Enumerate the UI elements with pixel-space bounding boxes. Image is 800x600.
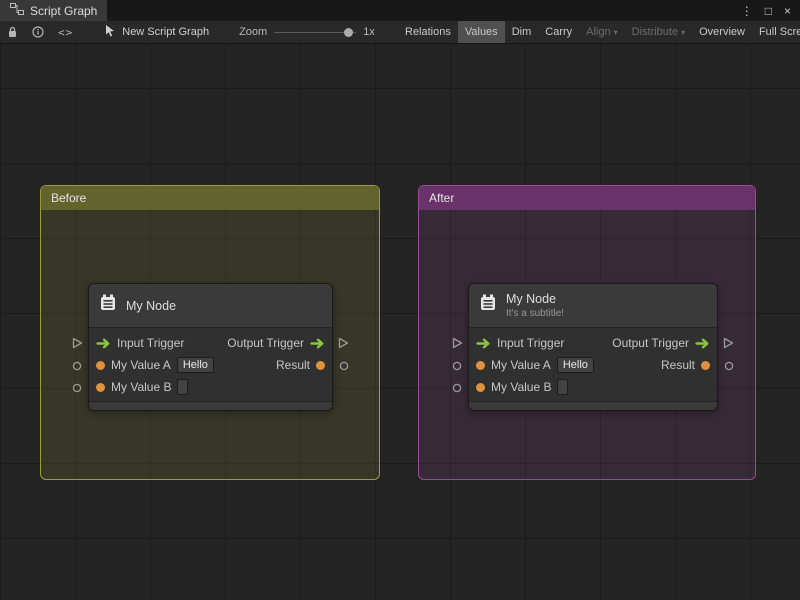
close-icon[interactable]: × — [778, 4, 797, 18]
input-trigger-label: Input Trigger — [117, 336, 185, 350]
cursor-icon — [104, 24, 116, 40]
ext-input-trigger-port[interactable] — [452, 337, 463, 349]
input-trigger-port-icon[interactable] — [96, 338, 111, 349]
graph-toolbar: <> New Script Graph Zoom 1x Relations Va… — [0, 21, 800, 44]
toolbar-button-carry[interactable]: Carry — [538, 21, 579, 43]
node-subtitle: It's a subtitle! — [506, 308, 565, 319]
value-b-input[interactable] — [177, 379, 189, 395]
value-a-label: My Value A — [111, 358, 171, 372]
ext-output-trigger-port[interactable] — [723, 337, 734, 349]
menu-icon[interactable]: ⋮ — [735, 4, 759, 18]
toolbar-button-align: Align ▾ — [579, 21, 624, 43]
toolbar-buttons: Relations Values Dim Carry Align ▾ Distr… — [398, 21, 800, 43]
port-row-triggers: Input Trigger Output Trigger — [469, 332, 717, 354]
node-title: My Node — [506, 292, 557, 306]
zoom-slider[interactable] — [274, 27, 357, 38]
value-a-port-icon[interactable] — [96, 360, 105, 370]
graph-canvas[interactable]: Before After My Node Input Trigger Outpu… — [0, 44, 800, 600]
tab-script-graph[interactable]: Script Graph — [0, 0, 108, 21]
toolbar-button-distribute: Distribute ▾ — [625, 21, 692, 43]
info-icon[interactable] — [25, 21, 51, 43]
zoom-value: 1x — [363, 26, 375, 38]
toolbar-button-relations[interactable]: Relations — [398, 21, 458, 43]
ext-value-b-port[interactable] — [72, 383, 82, 393]
zoom-label: Zoom — [239, 26, 268, 38]
result-label: Result — [275, 358, 310, 372]
value-a-port-icon[interactable] — [476, 360, 485, 370]
script-graph-window: Script Graph ⋮ □ × <> New Script Graph Z… — [0, 0, 800, 600]
tab-title: Script Graph — [30, 3, 98, 18]
zoom-slider-knob[interactable] — [344, 27, 354, 37]
output-trigger-label: Output Trigger — [227, 336, 304, 350]
input-trigger-port-icon[interactable] — [476, 338, 491, 349]
node-after[interactable]: My Node It's a subtitle! Input Trigger O… — [452, 283, 734, 411]
ext-output-trigger-port[interactable] — [338, 337, 349, 349]
node-footer — [469, 401, 717, 410]
value-a-input[interactable]: Hello — [176, 357, 214, 373]
ext-result-port[interactable] — [339, 361, 349, 371]
ext-value-a-port[interactable] — [452, 361, 462, 371]
graph-asset-name: New Script Graph — [122, 26, 210, 38]
group-title: Before — [51, 191, 87, 205]
window-controls: ⋮ □ × — [735, 0, 800, 21]
toolbar-button-overview[interactable]: Overview — [692, 21, 752, 43]
ext-value-a-port[interactable] — [72, 361, 82, 371]
unit-icon — [478, 293, 498, 318]
node-footer — [89, 401, 332, 410]
ext-result-port[interactable] — [724, 361, 734, 371]
output-trigger-port-icon[interactable] — [310, 338, 325, 349]
group-title: After — [429, 191, 455, 205]
input-trigger-label: Input Trigger — [497, 336, 565, 350]
output-trigger-label: Output Trigger — [612, 336, 689, 350]
toolbar-button-dim[interactable]: Dim — [505, 21, 539, 43]
value-a-input[interactable]: Hello — [556, 357, 594, 373]
code-view-icon[interactable]: <> — [51, 21, 80, 43]
script-graph-icon — [10, 3, 24, 18]
node-title: My Node — [126, 298, 177, 313]
value-b-input[interactable] — [557, 379, 569, 395]
graph-asset-selector[interactable]: New Script Graph — [104, 24, 209, 40]
ext-value-b-port[interactable] — [452, 383, 462, 393]
distribute-label: Distribute — [631, 26, 679, 38]
chevron-down-icon: ▾ — [681, 27, 686, 37]
unit-icon — [98, 293, 118, 318]
toolbar-button-values[interactable]: Values — [457, 21, 505, 43]
node-before[interactable]: My Node Input Trigger Output Trigger My … — [72, 283, 349, 411]
value-b-port-icon[interactable] — [96, 382, 105, 392]
node-header[interactable]: My Node It's a subtitle! — [469, 284, 717, 328]
tab-bar: Script Graph ⋮ □ × — [0, 0, 800, 21]
value-a-label: My Value A — [491, 358, 551, 372]
group-before-header[interactable]: Before — [41, 186, 379, 210]
value-b-label: My Value B — [491, 380, 552, 394]
value-b-label: My Value B — [111, 380, 172, 394]
node-header[interactable]: My Node — [89, 284, 332, 328]
toolbar-button-fullscreen[interactable]: Full Screen — [752, 21, 800, 43]
port-row-triggers: Input Trigger Output Trigger — [89, 332, 332, 354]
align-label: Align — [586, 26, 611, 38]
group-after-header[interactable]: After — [419, 186, 755, 210]
lock-icon[interactable] — [0, 21, 25, 43]
result-label: Result — [660, 358, 695, 372]
port-row-value-a: My Value A Hello Result — [89, 354, 332, 376]
port-row-value-b: My Value B — [469, 376, 717, 398]
value-b-port-icon[interactable] — [476, 382, 485, 392]
port-row-value-a: My Value A Hello Result — [469, 354, 717, 376]
output-trigger-port-icon[interactable] — [695, 338, 710, 349]
result-port-icon[interactable] — [701, 360, 710, 370]
node-body: Input Trigger Output Trigger My Value A … — [469, 328, 717, 401]
port-row-value-b: My Value B — [89, 376, 332, 398]
node-body: Input Trigger Output Trigger My Value A … — [89, 328, 332, 401]
ext-input-trigger-port[interactable] — [72, 337, 83, 349]
maximize-icon[interactable]: □ — [759, 4, 778, 18]
result-port-icon[interactable] — [316, 360, 325, 370]
chevron-down-icon: ▾ — [613, 27, 618, 37]
